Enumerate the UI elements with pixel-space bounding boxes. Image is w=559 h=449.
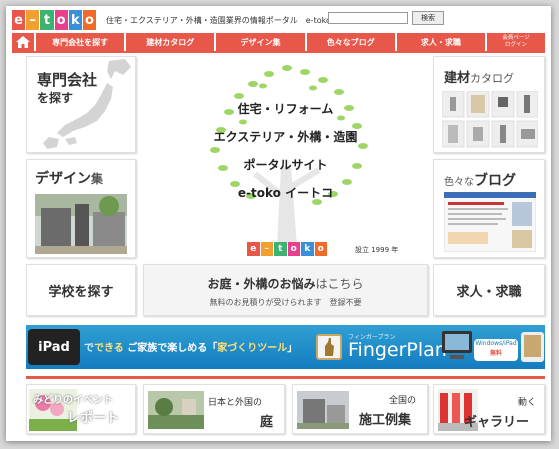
logo-letter: o: [287, 242, 300, 256]
tile-subtitle: を探す: [37, 91, 74, 105]
logo-letter: –: [260, 242, 273, 256]
jobs-tile[interactable]: 求人・求職: [433, 264, 545, 316]
logo-letter: o: [314, 242, 327, 256]
member-page-label: 会員ページ: [502, 35, 530, 41]
badge-platforms: Windows/iPad: [475, 340, 517, 347]
finger-icon: [325, 338, 334, 356]
tile-top-text: 動く: [518, 398, 537, 408]
brand-name: FingerPlan: [348, 339, 447, 361]
garden-photo: [148, 391, 204, 429]
tab-find-company[interactable]: 専門会社を探す: [36, 33, 125, 51]
logo-letter: –: [26, 10, 40, 30]
building-photo: [297, 391, 349, 429]
ipad-label: iPad: [38, 339, 70, 355]
founded-label: 設立 1999 年: [355, 246, 399, 254]
japan-foreign-garden-tile[interactable]: 日本と外国の 庭: [143, 384, 285, 434]
blog-screenshot: [444, 192, 536, 252]
tile-title: 学校を探す: [48, 285, 114, 300]
design-collection-tile[interactable]: デザイン集: [26, 159, 136, 258]
logo-letter: t: [274, 242, 287, 256]
logo-letter: o: [54, 10, 68, 30]
logo-letter: k: [68, 10, 82, 30]
tab-member-login[interactable]: 会員ページ ログイン: [487, 33, 546, 51]
hero-line-4: e-toko イートコ: [237, 186, 334, 200]
banner-text-part: できる: [94, 343, 124, 354]
tab-materials-catalog[interactable]: 建材カタログ: [126, 33, 215, 51]
tile-title: デザイン: [35, 171, 91, 187]
nav-home[interactable]: [12, 33, 34, 51]
search-input[interactable]: [328, 12, 408, 24]
hero-line-1: 住宅・リフォーム: [237, 102, 334, 116]
banner-text-part: ご家族で楽しめる「: [127, 343, 218, 354]
find-school-tile[interactable]: 学校を探す: [26, 264, 136, 316]
tile-top-text: 全国の: [389, 396, 417, 406]
nav-divider: [12, 51, 545, 53]
banner-text: でできる ご家族で楽しめる「家づくりツール」: [84, 339, 297, 354]
garden-consult-tile[interactable]: お庭・外構のお悩みはこちら 無料のお見積りが受けられます 登録不要: [143, 264, 428, 316]
search-button[interactable]: 検索: [412, 11, 444, 25]
hero-line-3: ポータルサイト: [243, 158, 328, 172]
blogs-tile[interactable]: 色々なブログ: [433, 159, 545, 258]
main-nav: 専門会社を探す 建材カタログ デザイン集 色々なブログ 求人・求職 会員ページ …: [12, 33, 546, 51]
banner-highlight: 家づくりツール: [217, 343, 288, 354]
tile-bottom-text: 施工例集: [359, 413, 412, 428]
logo-letter: e: [12, 10, 26, 30]
center-logo: e – t o k o: [247, 242, 327, 256]
tablet-image: [521, 332, 544, 362]
tile-title-suffix: 集: [91, 172, 104, 186]
green-event-report-tile[interactable]: みどりのイベント レポート: [26, 384, 136, 434]
consult-title: お庭・外構のお悩みはこちら: [144, 275, 427, 292]
tile-top-text: 日本と外国の: [208, 398, 263, 408]
tab-blogs[interactable]: 色々なブログ: [306, 33, 395, 51]
page-frame: e – t o k o 住宅・エクステリア・外構・造園業界の情報ポータル e-t…: [6, 6, 551, 441]
logo-letter: t: [40, 10, 54, 30]
tile-title: 求人・求職: [456, 285, 522, 300]
tile-title: 専門会社: [37, 71, 98, 89]
badge-free: 無料: [489, 350, 502, 357]
banner-text-part: で: [84, 343, 94, 354]
tile-bottom-text: 庭: [260, 415, 274, 430]
logo-letter: k: [301, 242, 314, 256]
banner-divider: [26, 376, 545, 379]
tab-jobs[interactable]: 求人・求職: [396, 33, 486, 51]
hero-line-2: エクステリア・外構・造園: [213, 130, 358, 144]
logo-letter: e: [247, 242, 260, 256]
ipad-badge: iPad: [28, 329, 80, 365]
banner-text-part: 」: [287, 343, 298, 354]
tab-design-collection[interactable]: デザイン集: [216, 33, 305, 51]
tile-bottom-text: レポート: [67, 411, 120, 426]
consult-title-main: お庭・外構のお悩み: [207, 277, 316, 291]
site-tagline: 住宅・エクステリア・外構・造園業界の情報ポータル e-toko イートコ: [106, 16, 366, 25]
product-thumbnails: [442, 91, 538, 148]
hero-panel: 住宅・リフォーム エクステリア・外構・造園 ポータルサイト e-toko イート…: [143, 56, 428, 258]
nationwide-works-tile[interactable]: 全国の 施工例集: [292, 384, 428, 434]
tile-title: 建材: [444, 71, 471, 86]
tile-title-prefix: 色々な: [444, 177, 474, 188]
free-badge: Windows/iPad 無料: [474, 339, 518, 361]
moving-gallery-tile[interactable]: 動く ギャラリー: [433, 384, 545, 434]
tile-title: ブログ: [474, 173, 516, 189]
tile-top-text: みどりのイベント: [33, 395, 113, 406]
house-icon: [16, 36, 30, 48]
tile-bottom-text: ギャラリー: [464, 415, 530, 430]
find-company-tile[interactable]: 専門会社 を探す: [26, 56, 136, 153]
device-icon: [442, 331, 472, 359]
materials-catalog-tile[interactable]: 建材カタログ: [433, 56, 545, 153]
logo-letter: o: [82, 10, 97, 30]
fingerplan-logo-box: [316, 334, 342, 360]
gate-photo: [35, 194, 127, 254]
fingerplan-banner[interactable]: iPad でできる ご家族で楽しめる「家づくりツール」 フィンガープラン Fin…: [26, 325, 545, 369]
consult-title-suffix: はこちら: [315, 277, 364, 291]
site-logo[interactable]: e – t o k o: [12, 10, 97, 30]
login-label: ログイン: [505, 42, 528, 48]
tile-title-suffix: カタログ: [470, 72, 515, 85]
consult-subtitle: 無料のお見積りが受けられます 登録不要: [209, 298, 362, 307]
